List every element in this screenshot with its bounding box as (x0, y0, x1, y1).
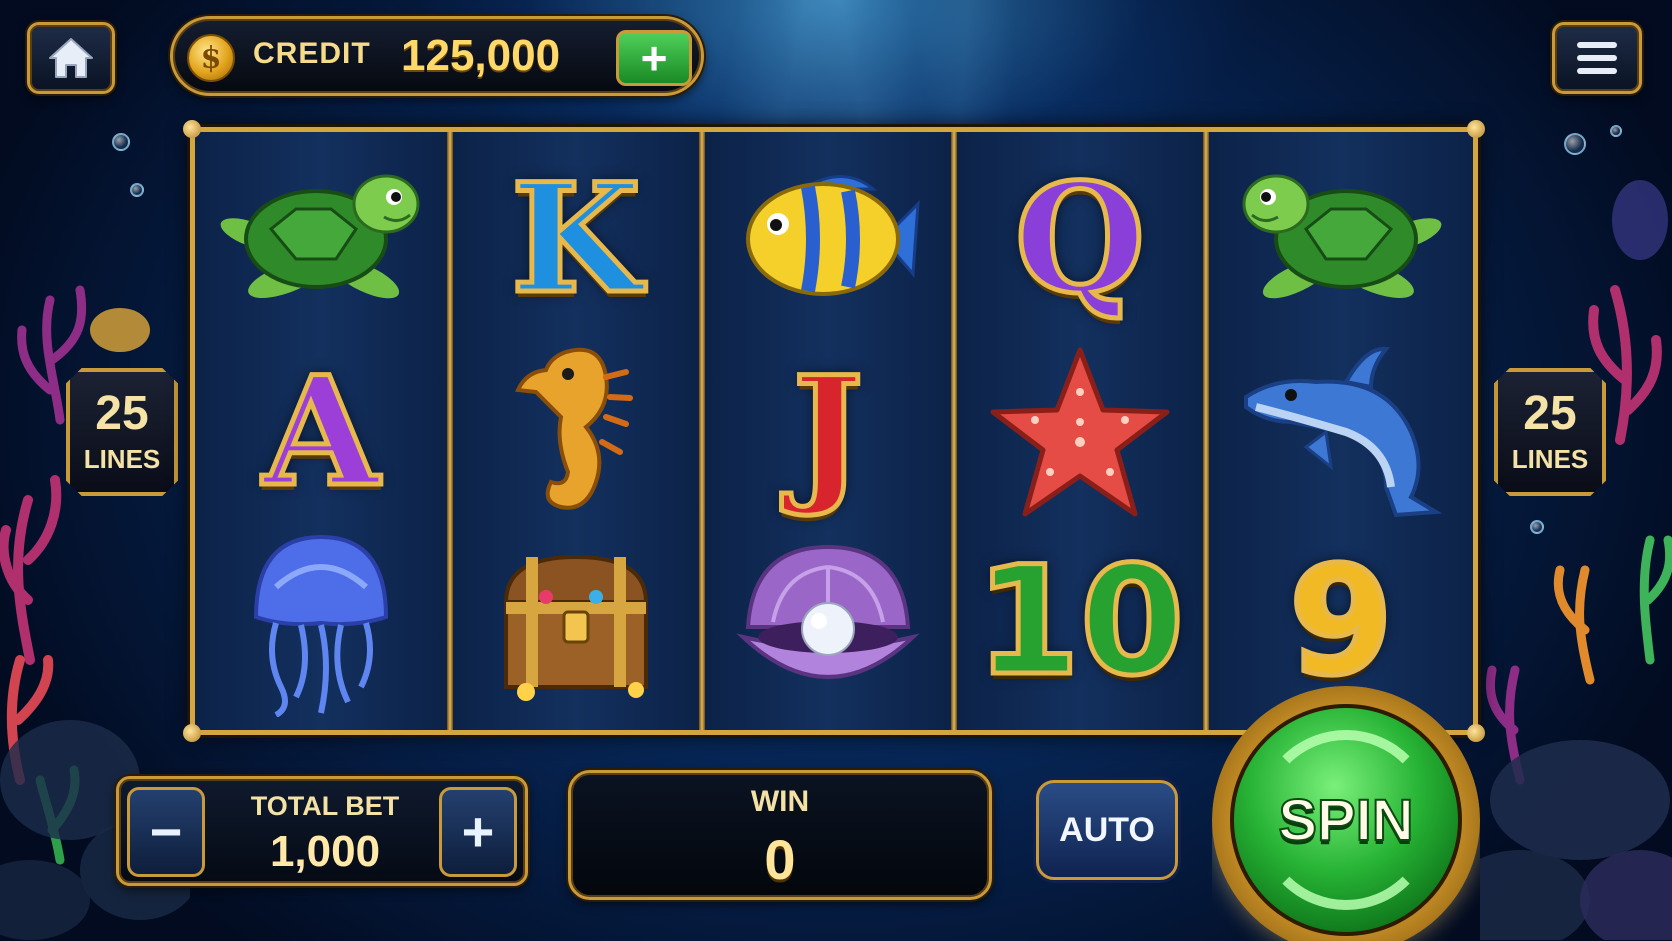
turtle-icon (1242, 174, 1442, 299)
lines-count: 25 (95, 387, 149, 440)
win-label: WIN (750, 785, 810, 818)
symbol-q: Q (1012, 151, 1148, 327)
reel-grid: A K J Q 10 9 (183, 120, 1485, 742)
symbol-number-10: 10 (960, 527, 1200, 717)
coral-right-decor (1480, 180, 1672, 940)
bubble (1610, 125, 1622, 137)
symbol-letter-k: K (456, 144, 696, 334)
win-value: 0 (764, 828, 796, 891)
symbol-10: 10 (973, 535, 1187, 709)
bubble (1530, 520, 1544, 534)
credit-value: 125,000 (401, 31, 561, 80)
win-panel: WIN 0 (568, 770, 992, 900)
frame-stud (183, 724, 201, 742)
credit-label: CREDIT (253, 37, 371, 70)
increase-bet-button[interactable]: + (439, 787, 517, 877)
home-icon (49, 38, 93, 78)
lines-badge-left: 25 LINES (66, 368, 178, 496)
coin-icon: $ (187, 34, 235, 82)
total-bet-panel: − TOTAL BET 1,000 + (116, 776, 528, 886)
symbol-letter-a: A (201, 337, 441, 527)
spin-button[interactable]: SPIN (1230, 704, 1462, 936)
symbol-turtle (1221, 144, 1461, 334)
frame-stud (1467, 724, 1485, 742)
symbol-k: K (508, 151, 643, 327)
bubble (1564, 133, 1586, 155)
symbol-jellyfish (201, 527, 441, 717)
dolphin-icon (1244, 346, 1443, 518)
bubble (130, 183, 144, 197)
symbol-letter-j: J (708, 337, 948, 527)
home-button[interactable] (27, 22, 115, 94)
credit-panel: $ CREDIT 125,000 + (170, 16, 704, 96)
spin-label: SPIN (1277, 787, 1414, 854)
decrease-bet-button[interactable]: − (127, 787, 205, 877)
symbol-turtle (201, 144, 441, 334)
seahorse-icon (515, 347, 633, 510)
symbol-letter-q: Q (960, 144, 1200, 334)
lines-label: LINES (1511, 444, 1589, 474)
spin-button-frame: SPIN (1212, 686, 1480, 941)
symbol-dolphin (1221, 337, 1461, 527)
lines-label: LINES (83, 444, 161, 474)
turtle-icon (220, 174, 420, 299)
reel-divider (699, 132, 705, 730)
hamburger-menu-icon (1577, 42, 1617, 74)
reel-divider (951, 132, 957, 730)
symbol-starfish (960, 337, 1200, 527)
starfish-icon (990, 347, 1170, 517)
yellow-fish-icon (746, 175, 920, 296)
auto-spin-button[interactable]: AUTO (1036, 780, 1178, 880)
symbol-j: J (790, 344, 866, 520)
add-credit-button[interactable]: + (616, 30, 692, 86)
jellyfish-icon (253, 534, 389, 717)
menu-button[interactable] (1552, 22, 1642, 94)
treasure-chest-icon (503, 554, 649, 701)
symbol-treasure-chest (456, 527, 696, 717)
reel-divider (447, 132, 453, 730)
frame-stud (183, 120, 201, 138)
total-bet-value: 1,000 (269, 827, 381, 876)
lines-count: 25 (1523, 387, 1577, 440)
total-bet-label: TOTAL BET (250, 791, 400, 821)
symbol-seahorse (456, 337, 696, 527)
symbol-9: 9 (1286, 535, 1395, 709)
bubble (112, 133, 130, 151)
symbol-a: A (260, 344, 381, 520)
lines-badge-right: 25 LINES (1494, 368, 1606, 496)
symbol-yellow-fish (708, 144, 948, 334)
symbol-pearl-clam (708, 527, 948, 717)
frame-stud (1467, 120, 1485, 138)
pearl-clam-icon (736, 544, 920, 679)
reel-divider (1203, 132, 1209, 730)
